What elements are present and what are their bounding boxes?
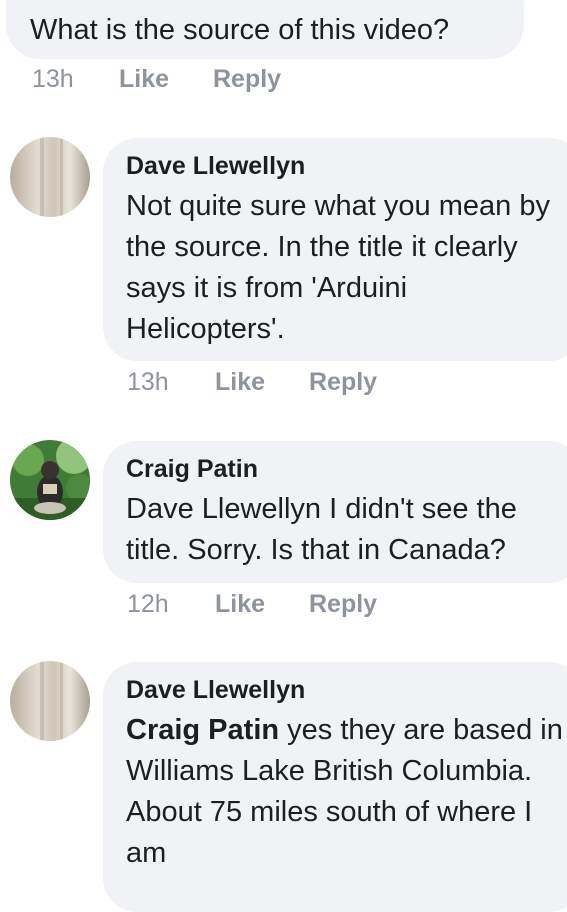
- comment-timestamp: 12h: [127, 590, 169, 618]
- comment-timestamp: 13h: [127, 368, 169, 396]
- comment-text: What is the source of this video?: [30, 14, 450, 46]
- like-button[interactable]: Like: [119, 64, 213, 94]
- like-button[interactable]: Like: [215, 589, 309, 619]
- reply-button[interactable]: Reply: [309, 367, 377, 397]
- avatar[interactable]: [10, 440, 90, 520]
- comment-timestamp: 13h: [32, 65, 74, 93]
- comment-author[interactable]: Craig Patin: [126, 454, 563, 484]
- avatar[interactable]: [10, 137, 90, 217]
- comment-bubble: Craig Patin Dave Llewellyn I didn't see …: [103, 441, 567, 583]
- comment-author[interactable]: Dave Llewellyn: [126, 675, 563, 705]
- comment-author[interactable]: Dave Llewellyn: [126, 151, 563, 181]
- avatar-image: [10, 661, 90, 741]
- comment-bubble: What is the source of this video?: [6, 0, 524, 59]
- like-button[interactable]: Like: [215, 367, 309, 397]
- reply-button[interactable]: Reply: [213, 64, 281, 94]
- comment-text: Not quite sure what you mean by the sour…: [126, 190, 550, 345]
- comment-actions: 12h Like Reply: [127, 589, 377, 619]
- comment-actions: 13h Like Reply: [127, 367, 377, 397]
- comment-bubble: Dave Llewellyn Craig Patin yes they are …: [103, 662, 567, 912]
- avatar-image: [10, 440, 90, 520]
- comment-text: Craig Patin yes they are based in Willia…: [126, 710, 563, 874]
- avatar-image: [10, 137, 90, 217]
- comment-bubble: Dave Llewellyn Not quite sure what you m…: [103, 138, 567, 361]
- mention-link[interactable]: Craig Patin: [126, 714, 279, 746]
- comment-actions: 13h Like Reply: [32, 64, 281, 94]
- avatar[interactable]: [10, 661, 90, 741]
- comment-text: Dave Llewellyn I didn't see the title. S…: [126, 493, 517, 566]
- reply-button[interactable]: Reply: [309, 589, 377, 619]
